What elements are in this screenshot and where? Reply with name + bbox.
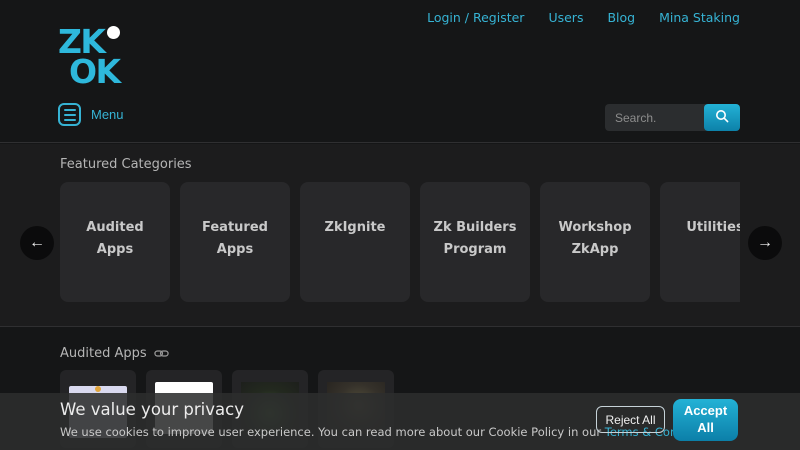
top-nav: Login / Register Users Blog Mina Staking — [427, 10, 740, 25]
search-bar — [605, 104, 740, 131]
cookie-consent-banner: We value your privacy We use cookies to … — [0, 393, 800, 450]
category-card-zkignite[interactable]: ZkIgnite — [300, 182, 410, 302]
categories-carousel: Audited Apps Featured Apps ZkIgnite Zk B… — [60, 182, 740, 302]
carousel-next-button[interactable]: → — [748, 226, 782, 260]
category-card-workshop-zkapp[interactable]: Workshop ZkApp — [540, 182, 650, 302]
category-label: ZkIgnite — [325, 220, 386, 235]
site-header: Login / Register Users Blog Mina Staking… — [0, 0, 800, 143]
category-label: Audited Apps — [86, 220, 143, 257]
category-card-featured-apps[interactable]: Featured Apps — [180, 182, 290, 302]
arrow-right-icon: → — [757, 234, 773, 252]
featured-categories-section: Featured Categories Audited Apps Feature… — [0, 144, 800, 327]
reject-all-button[interactable]: Reject All — [596, 406, 665, 433]
nav-login-register[interactable]: Login / Register — [427, 10, 524, 25]
search-input[interactable] — [605, 104, 706, 131]
cookie-banner-title: We value your privacy — [60, 400, 244, 419]
link-icon[interactable] — [154, 349, 169, 358]
category-card-zk-builders-program[interactable]: Zk Builders Program — [420, 182, 530, 302]
audited-apps-title: Audited Apps — [60, 346, 169, 361]
zkok-logo[interactable]: ZK OK — [58, 26, 120, 88]
nav-blog[interactable]: Blog — [607, 10, 635, 25]
category-label: Featured Apps — [202, 220, 268, 257]
arrow-left-icon: ← — [29, 234, 45, 252]
audited-apps-title-text: Audited Apps — [60, 346, 147, 361]
menu-button[interactable]: Menu — [58, 103, 124, 126]
accept-label-line1: Accept — [684, 403, 727, 418]
logo-dot — [107, 26, 120, 39]
thumbnail-accent-dot — [95, 386, 101, 392]
accept-label-line2: All — [697, 420, 714, 435]
nav-users[interactable]: Users — [548, 10, 583, 25]
search-icon — [715, 109, 729, 126]
cookie-text-body: We use cookies to improve user experienc… — [60, 425, 605, 439]
menu-label: Menu — [91, 107, 124, 122]
category-label: Workshop ZkApp — [558, 220, 631, 257]
carousel-prev-button[interactable]: ← — [20, 226, 54, 260]
logo-line-2: OK — [69, 57, 120, 87]
category-label: Zk Builders Program — [434, 220, 517, 257]
accept-all-button[interactable]: Accept All — [673, 399, 738, 441]
nav-mina-staking[interactable]: Mina Staking — [659, 10, 740, 25]
category-card-audited-apps[interactable]: Audited Apps — [60, 182, 170, 302]
category-label: Utilities — [686, 220, 740, 235]
category-card-utilities[interactable]: Utilities — [660, 182, 740, 302]
search-button[interactable] — [704, 104, 740, 131]
hamburger-icon — [58, 103, 81, 126]
featured-categories-title: Featured Categories — [60, 157, 192, 172]
